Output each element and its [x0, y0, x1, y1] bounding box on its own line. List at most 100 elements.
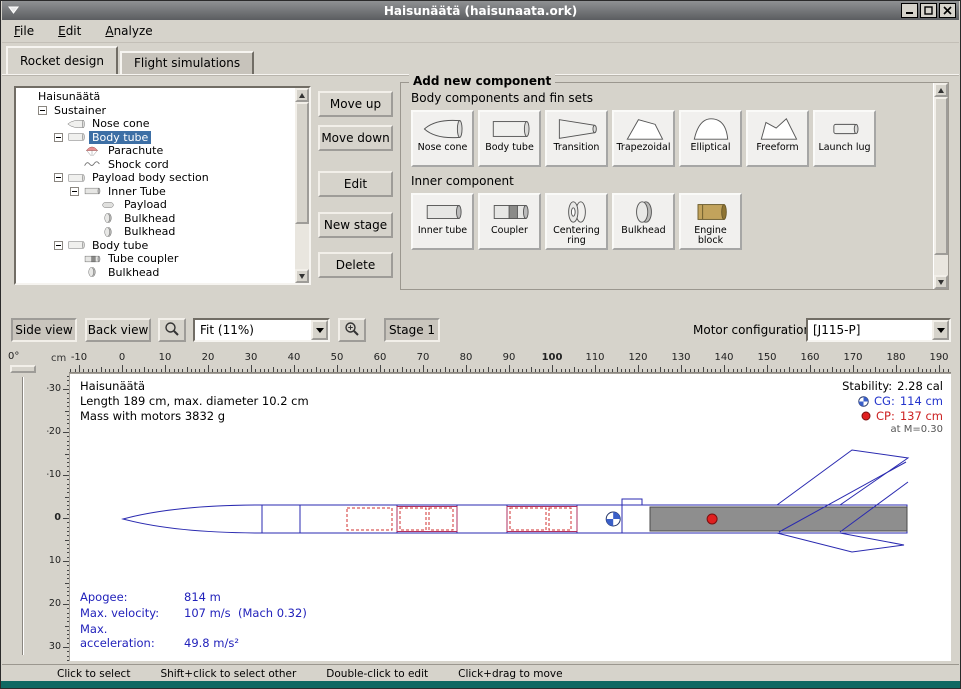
ruler-tick — [750, 369, 751, 372]
scroll-down-icon[interactable] — [295, 269, 309, 283]
component-button-label: Bulkhead — [621, 226, 665, 236]
rotation-slider-thumb[interactable] — [10, 365, 36, 373]
tab-flight-simulations[interactable]: Flight simulations — [120, 51, 254, 74]
move-down-button[interactable]: Move down — [318, 125, 393, 151]
menu-file[interactable]: File — [14, 24, 34, 38]
tree-item-inner-tube[interactable]: Inner Tube — [18, 185, 293, 199]
hruler-number: 0 — [119, 352, 125, 363]
titlebar[interactable]: Haisunäätä (haisunaata.ork) — [2, 1, 959, 20]
scrollbar-track[interactable] — [934, 255, 948, 275]
add-inner-tube-button[interactable]: Inner tube — [411, 193, 474, 250]
close-icon[interactable] — [939, 3, 956, 18]
tab-rocket-design[interactable]: Rocket design — [6, 46, 118, 74]
bodytube-icon — [67, 131, 86, 143]
tree-item-sustainer[interactable]: Sustainer — [18, 104, 293, 118]
ruler-tick — [797, 369, 798, 372]
add-freeform-button[interactable]: Freeform — [746, 110, 809, 167]
ruler-tick — [255, 369, 256, 372]
tree-item-label: Bulkhead — [121, 225, 178, 238]
ruler-tick — [853, 365, 854, 372]
zoom-out-button[interactable] — [158, 318, 186, 342]
combo-dropdown-button[interactable] — [311, 320, 328, 340]
add-trapezoidal-button[interactable]: Trapezoidal — [612, 110, 675, 167]
tree-item-body-tube[interactable]: Body tube — [18, 239, 293, 253]
tree-item-nose-cone[interactable]: Nose cone — [18, 117, 293, 131]
vruler-number: 0 — [54, 512, 61, 523]
component-button-label: Engine block — [681, 226, 740, 246]
ruler-tick — [303, 369, 304, 372]
tree-item-payload[interactable]: Payload — [18, 198, 293, 212]
ruler-tick — [500, 369, 501, 372]
ruler-tick — [948, 369, 949, 372]
tree-item-payload-body-section[interactable]: Payload body section — [18, 171, 293, 185]
stage-1-toggle[interactable]: Stage 1 — [384, 318, 440, 342]
component-button-label: Launch lug — [818, 143, 870, 153]
maximize-icon[interactable] — [920, 3, 937, 18]
add-centering-ring-button[interactable]: Centering ring — [545, 193, 608, 250]
tree-item-bulkhead[interactable]: Bulkhead — [18, 266, 293, 280]
zoom-in-button[interactable] — [338, 318, 366, 342]
tree-expander-icon[interactable] — [54, 241, 63, 250]
tree-scrollbar-thumb[interactable] — [295, 102, 309, 224]
tree-expander-icon[interactable] — [54, 133, 63, 142]
add-nose-cone-button[interactable]: Nose cone — [411, 110, 474, 167]
add-engine-block-button[interactable]: Engine block — [679, 193, 742, 250]
add-elliptical-button[interactable]: Elliptical — [679, 110, 742, 167]
tree-expander-icon[interactable] — [54, 173, 63, 182]
move-up-button[interactable]: Move up — [318, 91, 393, 117]
delete-button[interactable]: Delete — [318, 252, 393, 278]
combo-dropdown-button[interactable] — [932, 320, 949, 340]
tree-item-body-tube[interactable]: Body tube — [18, 131, 293, 145]
add-transition-button[interactable]: Transition — [545, 110, 608, 167]
new-stage-button[interactable]: New stage — [318, 212, 393, 238]
tree-item-shock-cord[interactable]: Shock cord — [18, 158, 293, 172]
component-button-label: Trapezoidal — [617, 143, 671, 153]
ruler-tick — [758, 369, 759, 372]
statusbar-hint: Click+drag to move — [458, 668, 562, 680]
ruler-tick — [156, 369, 157, 372]
rotation-slider-track[interactable] — [22, 377, 24, 655]
rocket-view-canvas[interactable]: Haisunäätä Length 189 cm, max. diameter … — [69, 373, 951, 661]
motor-configuration-select[interactable]: [J115-P] — [806, 318, 951, 342]
ruler-tick — [113, 369, 114, 372]
palette-scrollbar-thumb[interactable] — [934, 97, 948, 255]
ruler-tick — [789, 367, 790, 372]
tree-expander-icon[interactable] — [38, 106, 47, 115]
tree-item-label: Bulkhead — [121, 212, 178, 225]
tree-expander-icon[interactable] — [70, 187, 79, 196]
ruler-tick — [225, 369, 226, 372]
ruler-tick — [221, 369, 222, 372]
mach-row: at M=0.30 — [842, 424, 943, 435]
add-bulkhead-button[interactable]: Bulkhead — [612, 193, 675, 250]
side-view-button[interactable]: Side view — [11, 318, 77, 342]
ruler-tick — [380, 365, 381, 372]
add-coupler-button[interactable]: Coupler — [478, 193, 541, 250]
edit-button[interactable]: Edit — [318, 171, 393, 197]
tree-item-tube-coupler[interactable]: Tube coupler — [18, 252, 293, 266]
minimize-icon[interactable] — [901, 3, 918, 18]
component-button-label: Elliptical — [691, 143, 731, 153]
menu-edit[interactable]: Edit — [58, 24, 81, 38]
nosecone-icon — [420, 115, 466, 142]
scrollbar-track[interactable] — [295, 224, 309, 269]
tree-item-label: Body tube — [89, 131, 151, 144]
tree-item-label: Sustainer — [51, 104, 109, 117]
ruler-tick — [763, 369, 764, 372]
tree-item-parachute[interactable]: Parachute — [18, 144, 293, 158]
scroll-down-icon[interactable] — [934, 275, 948, 289]
palette-scrollbar[interactable] — [933, 83, 948, 289]
ruler-tick — [453, 369, 454, 372]
tree-scrollbar[interactable] — [294, 88, 309, 283]
ruler-tick — [715, 369, 716, 372]
tree-item-haisun-t[interactable]: Haisunäätä — [18, 90, 293, 104]
component-tree[interactable]: HaisunäätäSustainerNose coneBody tubePar… — [18, 90, 293, 283]
scroll-up-icon[interactable] — [295, 88, 309, 102]
tree-item-bulkhead[interactable]: Bulkhead — [18, 212, 293, 226]
add-body-tube-button[interactable]: Body tube — [478, 110, 541, 167]
menu-analyze[interactable]: Analyze — [105, 24, 152, 38]
scroll-up-icon[interactable] — [934, 83, 948, 97]
back-view-button[interactable]: Back view — [85, 318, 151, 342]
zoom-select[interactable]: Fit (11%) — [193, 318, 330, 342]
tree-item-bulkhead[interactable]: Bulkhead — [18, 225, 293, 239]
add-launch-lug-button[interactable]: Launch lug — [813, 110, 876, 167]
